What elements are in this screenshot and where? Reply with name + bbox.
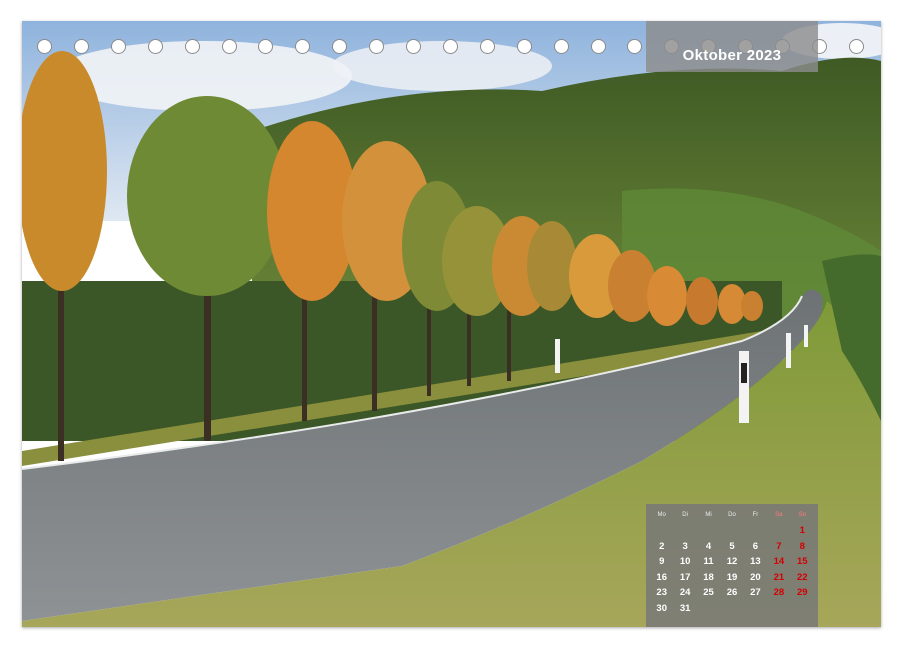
- calendar-day: 25: [703, 587, 714, 598]
- calendar-day: 26: [726, 587, 738, 598]
- calendar-day: 5: [729, 540, 735, 552]
- calendar-day: 24: [679, 587, 691, 598]
- binding-ring: [37, 39, 52, 54]
- calendar-day: [720, 524, 743, 538]
- calendar-day: 13: [750, 556, 761, 567]
- calendar-day: 11: [703, 556, 714, 567]
- calendar-day: 2: [659, 540, 665, 552]
- calendar-day: 8: [799, 540, 805, 552]
- calendar-day: 19: [726, 571, 738, 583]
- binding-ring: [516, 39, 532, 54]
- binding-ring: [406, 39, 421, 54]
- calendar-day: 30: [656, 602, 667, 614]
- calendar-day: 29: [796, 587, 808, 598]
- binding-ring: [221, 39, 237, 54]
- month-title: Oktober 2023: [646, 21, 818, 72]
- calendar-day: [650, 524, 673, 538]
- calendar-day: [791, 602, 814, 616]
- calendar-day: 15: [796, 556, 808, 567]
- calendar-day: 4: [705, 540, 712, 552]
- weekday-header: Fr: [752, 512, 759, 518]
- calendar-day: 20: [750, 571, 761, 583]
- calendar-day: [673, 524, 696, 538]
- calendar-day: 7: [776, 540, 782, 552]
- binding-ring: [479, 39, 495, 54]
- calendar-day: [767, 602, 790, 616]
- calendar-day: [697, 602, 720, 616]
- calendar-day: [697, 524, 720, 538]
- binding-ring: [442, 39, 458, 54]
- binding-ring: [332, 39, 348, 54]
- binding-ring: [590, 39, 606, 54]
- calendar-day: 9: [659, 556, 665, 567]
- calendar-day: 27: [750, 587, 761, 598]
- binding-ring: [553, 39, 569, 54]
- weekday-header: Sa: [775, 512, 783, 518]
- calendar-day: 18: [703, 571, 714, 583]
- binding-ring: [627, 39, 643, 54]
- month-calendar: Mo Di Mi Do Fr Sa So 1 2 3 4 5 6 7 8 9 10 11 12 13 14 15 16 17 1…: [646, 504, 818, 627]
- calendar-day: 3: [682, 540, 688, 552]
- calendar-day: 6: [752, 540, 759, 552]
- calendar-page: Oktober 2023 Mo Di Mi Do Fr Sa So 1 2 3 4 5 6 7 8 9 10 11…: [22, 21, 881, 627]
- weekday-header: Mo: [657, 512, 666, 518]
- weekday-header: Do: [728, 512, 736, 518]
- binding-ring: [295, 39, 311, 54]
- binding-ring: [848, 39, 864, 54]
- calendar-day: [767, 524, 790, 538]
- weekday-header: Di: [682, 512, 688, 518]
- calendar-day: 12: [726, 556, 738, 567]
- calendar-day: 1: [799, 525, 805, 536]
- calendar-day: 10: [679, 556, 691, 567]
- binding-ring: [369, 39, 385, 54]
- calendar-day: 23: [656, 587, 667, 598]
- calendar-day: 21: [773, 571, 785, 583]
- binding-ring: [110, 39, 126, 54]
- weekday-header: Mi: [705, 512, 712, 518]
- calendar-day: [744, 602, 767, 616]
- binding-ring: [147, 39, 163, 54]
- calendar-day: 28: [773, 587, 785, 598]
- calendar-day: 31: [679, 602, 691, 614]
- calendar-day: [744, 524, 767, 538]
- calendar-day: 16: [656, 571, 667, 583]
- calendar-day: 22: [796, 571, 808, 583]
- binding-ring: [73, 39, 89, 54]
- weekday-header: So: [798, 512, 806, 518]
- calendar-day: 14: [773, 556, 785, 567]
- binding-ring: [258, 39, 274, 54]
- binding-ring: [184, 39, 200, 54]
- calendar-day: [720, 602, 743, 616]
- calendar-day: 17: [679, 571, 691, 583]
- calendar-grid: Mo Di Mi Do Fr Sa So 1 2 3 4 5 6 7 8 9 10 11 12 13 14 15 16 17 1…: [650, 512, 814, 615]
